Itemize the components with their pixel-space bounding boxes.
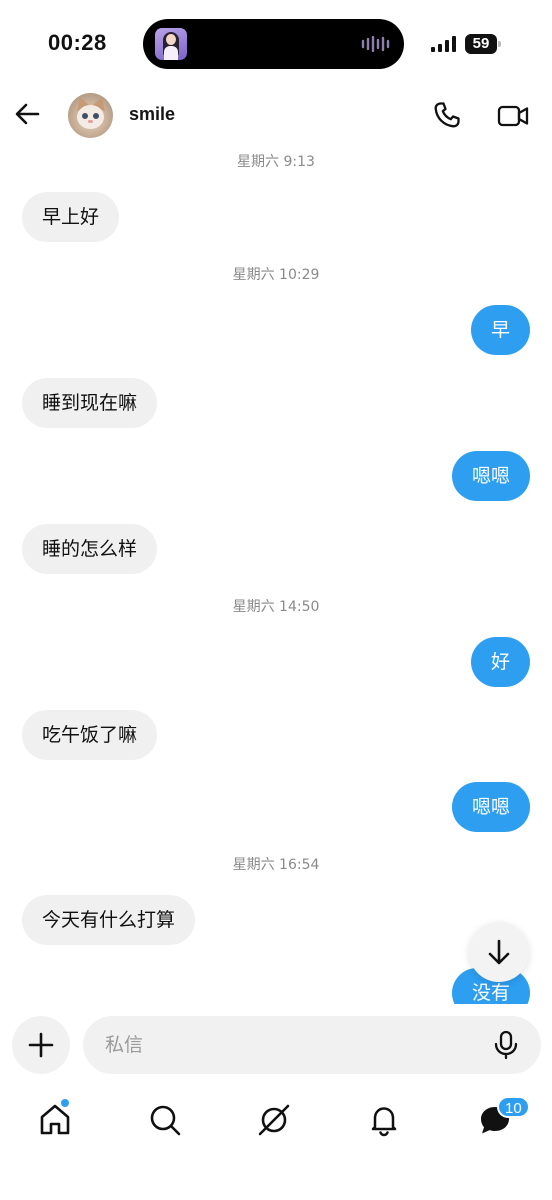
incoming-message[interactable]: 吃午饭了嘛 xyxy=(22,710,158,760)
bell-icon[interactable] xyxy=(364,1100,404,1140)
phone-icon[interactable] xyxy=(432,100,462,130)
incoming-message[interactable]: 早上好 xyxy=(22,192,120,242)
message-list[interactable]: 星期六 9:13 早上好 星期六 10:29 早 睡到现在嘛 嗯嗯 睡的怎么样 … xyxy=(0,148,552,1004)
timestamp: 星期六 9:13 xyxy=(237,154,315,170)
inbox-unread-badge: 10 xyxy=(497,1096,530,1118)
timestamp: 星期六 10:29 xyxy=(232,267,320,283)
mic-icon[interactable] xyxy=(491,1030,521,1060)
status-time: 00:28 xyxy=(48,30,107,55)
back-arrow-icon[interactable] xyxy=(12,98,44,130)
battery-level: 59 xyxy=(472,35,490,52)
outgoing-message[interactable]: 嗯嗯 xyxy=(451,451,530,501)
cellular-signal-icon xyxy=(431,36,456,52)
battery-icon: 59 xyxy=(465,34,501,54)
outgoing-message[interactable]: 好 xyxy=(470,637,530,687)
plus-icon xyxy=(28,1032,54,1058)
contact-avatar[interactable] xyxy=(68,93,113,138)
search-icon[interactable] xyxy=(145,1100,185,1140)
status-bar: 00:28 59 xyxy=(0,0,552,84)
contact-name[interactable]: smile xyxy=(129,104,175,125)
outgoing-message[interactable]: 嗯嗯 xyxy=(451,782,530,832)
timestamp: 星期六 14:50 xyxy=(232,599,320,615)
incoming-message[interactable]: 睡到现在嘛 xyxy=(22,378,158,428)
attach-button[interactable] xyxy=(12,1016,70,1074)
incoming-message[interactable]: 睡的怎么样 xyxy=(22,524,158,574)
arrow-down-icon xyxy=(488,939,510,965)
home-notification-dot xyxy=(60,1098,70,1108)
dynamic-island[interactable] xyxy=(143,19,404,69)
bottom-nav: 10 xyxy=(0,1090,552,1160)
explore-icon[interactable] xyxy=(254,1100,294,1140)
outgoing-message[interactable]: 早 xyxy=(470,305,530,355)
chat-header: smile xyxy=(0,84,552,148)
message-input[interactable] xyxy=(105,1016,475,1074)
video-icon[interactable] xyxy=(497,102,529,130)
audio-waveform-icon xyxy=(361,36,390,52)
scroll-to-bottom-button[interactable] xyxy=(469,922,529,982)
incoming-message[interactable]: 今天有什么打算 xyxy=(22,895,196,945)
now-playing-artwork xyxy=(155,28,187,60)
timestamp: 星期六 16:54 xyxy=(232,857,320,873)
message-composer xyxy=(83,1016,541,1074)
